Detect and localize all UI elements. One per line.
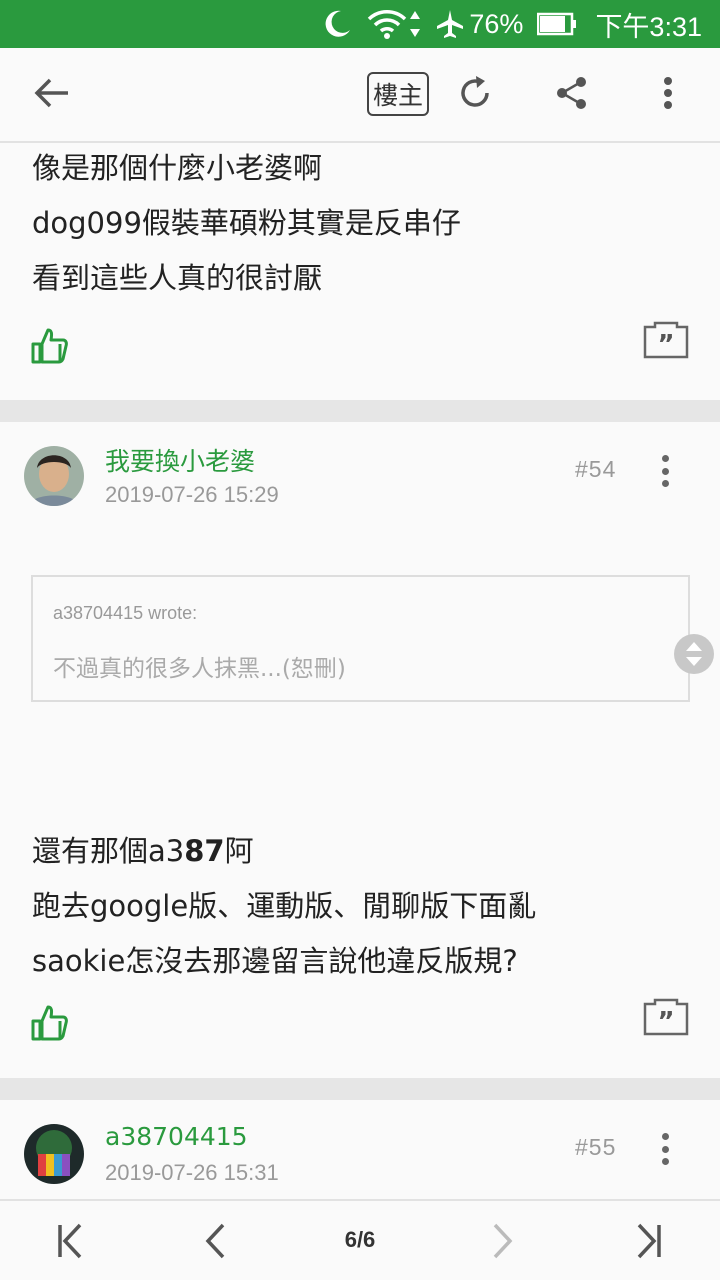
post-line: 還有那個a387阿 (32, 834, 254, 868)
post-divider (0, 400, 720, 422)
last-page-icon (637, 1223, 661, 1259)
post-card-53: 像是那個什麼小老婆啊 dog099假裝華碩粉其實是反串仔 看到這些人真的很討厭 … (0, 143, 720, 400)
refresh-button[interactable] (450, 70, 500, 120)
clock: 下午3:31 (595, 11, 702, 42)
post-line: 像是那個什麼小老婆啊 (32, 151, 323, 185)
post-line: saokie怎沒去那邊留言說他違反版規? (32, 944, 518, 978)
quote-reply-button[interactable]: ” (643, 321, 689, 361)
thread-owner-button[interactable]: 樓主 (367, 72, 429, 116)
last-page-button[interactable] (627, 1219, 671, 1263)
top-toolbar: 樓主 (0, 48, 720, 143)
post-line: 看到這些人真的很討厭 (32, 261, 323, 295)
next-page-button[interactable] (481, 1219, 525, 1263)
refresh-icon (457, 75, 493, 115)
thumbs-up-icon (31, 328, 68, 364)
more-options-button[interactable] (643, 70, 693, 120)
scroll-arrows-icon (686, 642, 702, 666)
data-arrows-icon (409, 9, 421, 39)
post-line: dog099假裝華碩粉其實是反串仔 (32, 206, 461, 240)
post-body: 像是那個什麼小老婆啊 dog099假裝華碩粉其實是反串仔 看到這些人真的很討厭 (32, 143, 461, 306)
pager-bar: 6/6 (0, 1199, 720, 1280)
post-line: 跑去google版、運動版、閒聊版下面亂 (32, 889, 537, 923)
floor-number: #54 (575, 456, 617, 482)
avatar[interactable] (24, 446, 84, 506)
quote-icon: ” (643, 998, 689, 1037)
more-vert-icon (663, 76, 673, 114)
post-menu-button[interactable] (655, 1129, 675, 1169)
thumbs-up-icon (31, 1005, 68, 1041)
post-divider (0, 1078, 720, 1100)
moon-icon (321, 8, 353, 40)
wifi-icon (367, 8, 407, 40)
thread-content[interactable]: 像是那個什麼小老婆啊 dog099假裝華碩粉其實是反串仔 看到這些人真的很討厭 … (0, 143, 720, 1199)
svg-text:”: ” (657, 1007, 674, 1036)
post-date: 2019-07-26 15:29 (105, 482, 279, 507)
page-indicator: 6/6 (344, 1227, 376, 1252)
chevron-right-icon (493, 1223, 513, 1259)
chevron-left-icon (205, 1223, 225, 1259)
airplane-icon (435, 8, 465, 40)
prev-page-button[interactable] (193, 1219, 237, 1263)
first-page-button[interactable] (48, 1219, 92, 1263)
post-card-54: 我要換小老婆 2019-07-26 15:29 #54 a38704415 wr… (0, 422, 720, 1078)
post-card-55: a38704415 2019-07-26 15:31 #55 (0, 1100, 720, 1199)
post-date: 2019-07-26 15:31 (105, 1160, 279, 1185)
status-bar: 76% 下午3:31 (0, 0, 720, 48)
post-menu-button[interactable] (655, 451, 675, 491)
share-button[interactable] (547, 70, 597, 120)
like-button[interactable] (30, 1004, 74, 1044)
quote-icon: ” (643, 321, 689, 360)
quote-block[interactable]: a38704415 wrote: 不過真的很多人抹黑...(恕刪) (31, 575, 690, 702)
battery-icon (537, 12, 577, 36)
battery-percent: 76% (469, 8, 524, 39)
quote-author: a38704415 wrote: (53, 603, 198, 623)
back-arrow-icon (34, 77, 70, 113)
avatar[interactable] (24, 1124, 84, 1184)
first-page-icon (58, 1223, 82, 1259)
fast-scroll-handle[interactable] (674, 634, 714, 674)
svg-text:”: ” (657, 330, 674, 359)
back-button[interactable] (27, 70, 77, 120)
author-name[interactable]: a38704415 (105, 1122, 248, 1151)
like-button[interactable] (30, 327, 74, 367)
floor-number: #55 (575, 1134, 617, 1160)
author-name[interactable]: 我要換小老婆 (105, 442, 255, 478)
quote-reply-button[interactable]: ” (643, 998, 689, 1038)
quote-text: 不過真的很多人抹黑...(恕刪) (53, 656, 346, 682)
share-icon (555, 76, 589, 114)
post-body: 還有那個a387阿 跑去google版、運動版、閒聊版下面亂 saokie怎沒去… (32, 824, 536, 989)
